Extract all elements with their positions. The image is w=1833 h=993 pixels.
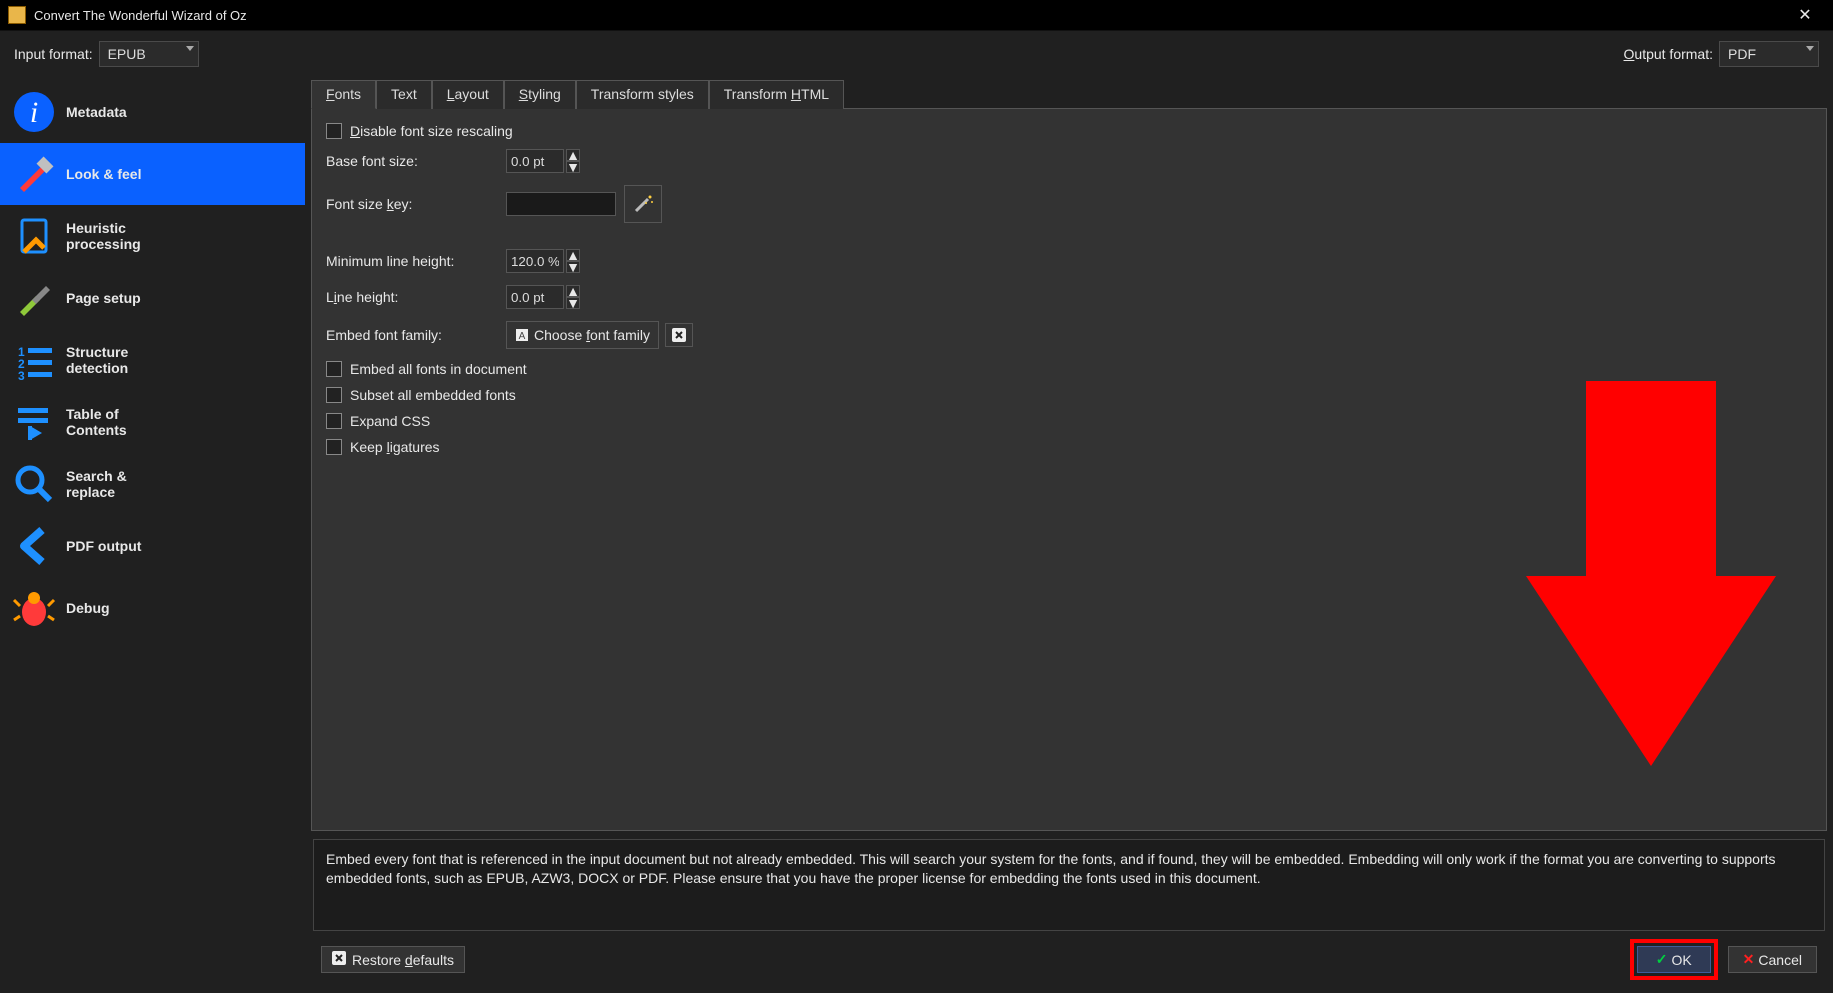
output-format-value: PDF [1728, 46, 1756, 62]
toc-icon [10, 398, 58, 446]
close-icon[interactable]: ✕ [1785, 5, 1825, 25]
input-format-label: Input format: [14, 46, 93, 62]
min-line-height-spinner[interactable]: ▲▼ [506, 249, 580, 273]
checkbox-icon [326, 387, 342, 403]
app-icon [8, 6, 26, 24]
sidebar-item-heuristic[interactable]: Heuristicprocessing [0, 205, 305, 267]
bug-icon [10, 584, 58, 632]
sidebar-item-label: Heuristicprocessing [66, 220, 141, 252]
svg-text:i: i [30, 96, 38, 129]
sidebar-item-debug[interactable]: Debug [0, 577, 305, 639]
tab-bar: Fonts Text Layout Styling Transform styl… [311, 79, 1827, 109]
clear-font-button[interactable] [665, 323, 693, 347]
line-height-label: Line height: [326, 289, 506, 305]
subset-fonts-checkbox[interactable]: Subset all embedded fonts [326, 387, 1812, 403]
wizard-button[interactable] [624, 185, 662, 223]
disable-rescaling-checkbox[interactable]: Disable font size rescaling [326, 123, 1812, 139]
sidebar-item-search-replace[interactable]: Search &replace [0, 453, 305, 515]
sidebar-item-label: Table ofContents [66, 406, 127, 438]
input-format-select[interactable]: EPUB [99, 41, 199, 67]
sidebar-item-label: Structuredetection [66, 344, 128, 376]
tab-styling[interactable]: Styling [504, 80, 576, 109]
check-icon: ✓ [1656, 951, 1668, 968]
document-icon [10, 212, 58, 260]
sidebar-item-pdf-output[interactable]: PDF output [0, 515, 305, 577]
clear-icon [332, 951, 346, 968]
help-text: Embed every font that is referenced in t… [313, 839, 1825, 931]
line-height-input[interactable] [506, 285, 564, 309]
expand-css-checkbox[interactable]: Expand CSS [326, 413, 1812, 429]
list-icon: 123 [10, 336, 58, 384]
checkbox-icon [326, 439, 342, 455]
restore-defaults-button[interactable]: Restore defaults [321, 946, 465, 973]
svg-text:A: A [519, 331, 526, 342]
spin-down-icon[interactable]: ▼ [566, 161, 580, 173]
sidebar-item-label: Page setup [66, 290, 141, 306]
sidebar-item-label: Metadata [66, 104, 127, 120]
output-format-label: OOutput format:utput format: [1624, 46, 1713, 62]
base-font-size-label: Base font size: [326, 153, 506, 169]
tab-transform-styles[interactable]: Transform styles [576, 80, 709, 109]
sidebar-item-label: Search &replace [66, 468, 127, 500]
font-size-key-label: Font size key: [326, 196, 506, 212]
output-format-select[interactable]: PDF [1719, 41, 1819, 67]
footer: Restore defaults ✓OK ✕Cancel [311, 931, 1827, 988]
chevron-down-icon [186, 46, 194, 51]
sidebar-item-label: Look & feel [66, 166, 141, 182]
embed-all-fonts-checkbox[interactable]: Embed all fonts in document [326, 361, 1812, 377]
sidebar-item-label: PDF output [66, 538, 141, 554]
info-icon: i [10, 88, 58, 136]
font-icon: A [515, 328, 529, 342]
sidebar-item-structure[interactable]: 123 Structuredetection [0, 329, 305, 391]
search-icon [10, 460, 58, 508]
format-row: Input format: EPUB OOutput format:utput … [0, 31, 1833, 75]
sidebar-item-toc[interactable]: Table ofContents [0, 391, 305, 453]
checkbox-icon [326, 361, 342, 377]
titlebar: Convert The Wonderful Wizard of Oz ✕ [0, 0, 1833, 31]
sidebar-item-label: Debug [66, 600, 110, 616]
main: Fonts Text Layout Styling Transform styl… [305, 75, 1833, 993]
tab-fonts[interactable]: Fonts [311, 80, 376, 109]
input-format-value: EPUB [108, 46, 146, 62]
spin-down-icon[interactable]: ▼ [566, 261, 580, 273]
sidebar: i Metadata Look & feel Heuristicprocessi… [0, 75, 305, 993]
ok-button[interactable]: ✓OK [1637, 946, 1711, 973]
brush-icon [10, 150, 58, 198]
base-font-size-input[interactable] [506, 149, 564, 173]
chevron-down-icon [1806, 46, 1814, 51]
close-icon: ✕ [1743, 951, 1755, 968]
svg-text:3: 3 [18, 369, 25, 382]
checkbox-icon [326, 123, 342, 139]
sidebar-item-look-feel[interactable]: Look & feel [0, 143, 305, 205]
spin-down-icon[interactable]: ▼ [566, 297, 580, 309]
choose-font-family-button[interactable]: A Choose font family [506, 321, 659, 349]
min-line-height-label: Minimum line height: [326, 253, 506, 269]
keep-ligatures-checkbox[interactable]: Keep ligatures [326, 439, 1812, 455]
tab-layout[interactable]: Layout [432, 80, 504, 109]
checkbox-icon [326, 413, 342, 429]
tab-text[interactable]: Text [376, 80, 432, 109]
sidebar-item-page-setup[interactable]: Page setup [0, 267, 305, 329]
chevron-left-icon [10, 522, 58, 570]
embed-font-family-label: Embed font family: [326, 327, 506, 343]
base-font-size-spinner[interactable]: ▲▼ [506, 149, 580, 173]
cancel-button[interactable]: ✕Cancel [1728, 946, 1817, 973]
ok-highlight: ✓OK [1630, 939, 1718, 980]
fonts-panel: Disable font size rescaling Base font si… [311, 109, 1827, 831]
font-size-key-input[interactable] [506, 192, 616, 216]
tab-transform-html[interactable]: Transform HTML [709, 80, 844, 109]
window-title: Convert The Wonderful Wizard of Oz [34, 8, 1785, 23]
sidebar-item-metadata[interactable]: i Metadata [0, 81, 305, 143]
line-height-spinner[interactable]: ▲▼ [506, 285, 580, 309]
tools-icon [10, 274, 58, 322]
min-line-height-input[interactable] [506, 249, 564, 273]
